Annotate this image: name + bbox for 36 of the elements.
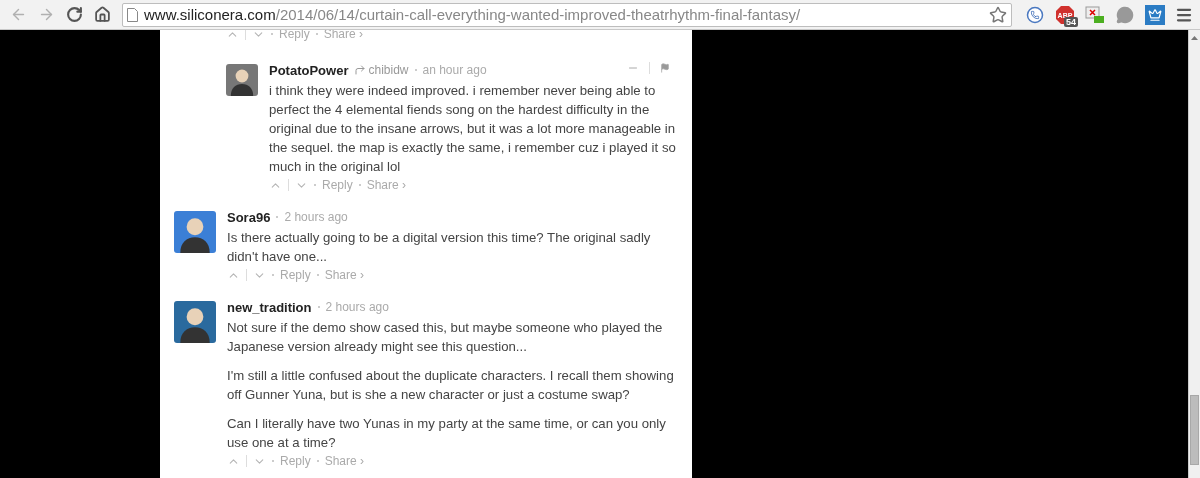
reply-link[interactable]: Reply: [279, 30, 310, 40]
share-link[interactable]: Share ›: [366, 179, 407, 191]
share-link[interactable]: Share ›: [324, 455, 365, 467]
reply-link[interactable]: Reply: [280, 455, 311, 467]
comment-time[interactable]: 2 hours ago: [325, 300, 389, 314]
author-name[interactable]: new_tradition: [227, 299, 312, 315]
scrollbar[interactable]: [1188, 30, 1200, 478]
comment-time[interactable]: 2 hours ago: [284, 210, 348, 224]
avatar: [174, 211, 216, 253]
reload-icon: [65, 6, 83, 23]
reply-link[interactable]: Reply: [280, 269, 311, 281]
comment-text: Can I literally have two Yunas in my party at the same time, or can you only use one at a time?: [227, 415, 667, 452]
scrollbar-thumb[interactable]: [1190, 395, 1199, 465]
avatar: [174, 301, 216, 343]
comment-text: I'm still a little confused about the duplicate characters. I recall them showing off Gunner Yuna, but is she a new character or just a costume swap?: [227, 367, 675, 404]
scroll-up-icon[interactable]: [1191, 36, 1198, 40]
reply-to-link[interactable]: chibidw: [354, 63, 409, 77]
author-name[interactable]: Sora96: [227, 209, 271, 225]
reply-arrow-icon: [354, 64, 367, 76]
comment-time[interactable]: an hour ago: [422, 63, 487, 77]
address-bar[interactable]: www.siliconera.com/2014/06/14/curtain-call-everything-wanted-improved-theatrhythm-final-fantasy/: [122, 2, 1012, 27]
home-icon: [93, 6, 111, 23]
flag-button[interactable]: [660, 63, 670, 73]
comment-text: Is there actually going to be a digital version this time? The original sadly didn't have one...: [227, 229, 652, 266]
flag-icon: [660, 63, 670, 73]
share-link[interactable]: Share ›: [324, 269, 365, 281]
comment-text: i think they were indeed improved. i remember never being able to perfect the 4 elemental fiends song on the hardest difficulty in the original due to the insane arrows, but it was a lot more manageable in the sequel. the map is exactly the same, i remember cuz i played it so much in the original lol: [269, 82, 677, 176]
url-text: www.siliconera.com/2014/06/14/curtain-call-everything-wanted-improved-theatrhythm-final-fantasy/: [144, 6, 802, 23]
author-name[interactable]: PotatoPower: [269, 62, 349, 78]
reply-link[interactable]: Reply: [322, 179, 353, 191]
bookmark-star-icon[interactable]: [989, 5, 1007, 24]
comment-text: Not sure if the demo show cased this, but maybe someone who played the Japanese version already might see this question...: [227, 319, 664, 356]
crown-icon[interactable]: [1142, 2, 1168, 27]
share-link[interactable]: Share ›: [323, 30, 364, 40]
avatar: [226, 64, 258, 96]
page-icon: [127, 7, 138, 22]
